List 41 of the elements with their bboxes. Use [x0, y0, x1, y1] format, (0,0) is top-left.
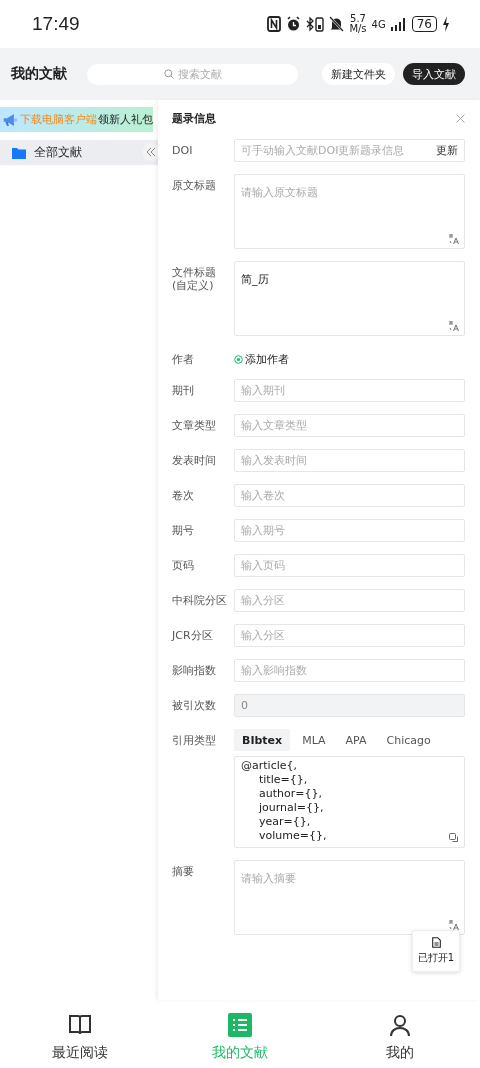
field-label: 发表时间: [172, 453, 217, 467]
network-type: 4G: [371, 18, 386, 30]
promo-highlight: 下载电脑客户端: [20, 112, 97, 127]
panel-title: 题录信息: [172, 110, 216, 126]
field-label: 页码: [172, 558, 195, 572]
text-field[interactable]: 可手动输入文献DOI更新题录信息 更新: [234, 139, 465, 162]
citation-tab[interactable]: APA: [337, 729, 375, 751]
field-label: 中科院分区: [172, 593, 228, 607]
nav-tab[interactable]: 最近阅读: [0, 1000, 160, 1068]
add-author-button[interactable]: 添加作者: [234, 348, 289, 367]
field-label: 影响指数: [172, 663, 217, 677]
sidebar-item[interactable]: 全部文献: [0, 140, 158, 165]
status-time: 17:49: [32, 13, 80, 35]
text-area[interactable]: 简_历: [234, 261, 465, 336]
opened-files-button[interactable]: 已打开1: [412, 930, 460, 972]
field-label: 作者: [172, 352, 195, 366]
field-label: 期号: [172, 523, 195, 537]
field-label: DOI: [172, 143, 194, 157]
field-label: 被引次数: [172, 698, 217, 712]
import-button[interactable]: 导入文献: [403, 63, 465, 85]
battery-level: 76: [411, 16, 437, 32]
citation-text-area[interactable]: @article{, title={}, author={}, journal={}, year={}, volume={},: [234, 756, 465, 848]
field-label: 摘要: [172, 864, 195, 878]
nav-tab[interactable]: 我的: [320, 1000, 480, 1068]
page-title: 我的文献: [11, 65, 68, 83]
field-label: 文章类型: [172, 418, 217, 432]
citation-tab[interactable]: BIbtex: [234, 729, 291, 751]
field-label: 文件标题(自定义): [172, 265, 217, 292]
citation-tab[interactable]: MLA: [294, 729, 334, 751]
new-folder-button[interactable]: 新建文件夹: [322, 63, 395, 85]
field-label: 期刊: [172, 383, 195, 397]
net-speed-unit: M/s: [349, 24, 367, 34]
field-label: 原文标题: [172, 178, 217, 192]
promo-banner[interactable]: 下载电脑客户端领新人礼包: [0, 107, 153, 132]
net-speed-value: 5.7: [350, 14, 366, 24]
promo-text: 领新人礼包: [98, 112, 153, 127]
citation-tab[interactable]: Chicago: [378, 729, 439, 751]
field-label: 卷次: [172, 488, 195, 502]
field-label: 引用类型: [172, 733, 217, 747]
update-button[interactable]: 更新: [436, 143, 458, 158]
field-label: JCR分区: [172, 628, 214, 642]
